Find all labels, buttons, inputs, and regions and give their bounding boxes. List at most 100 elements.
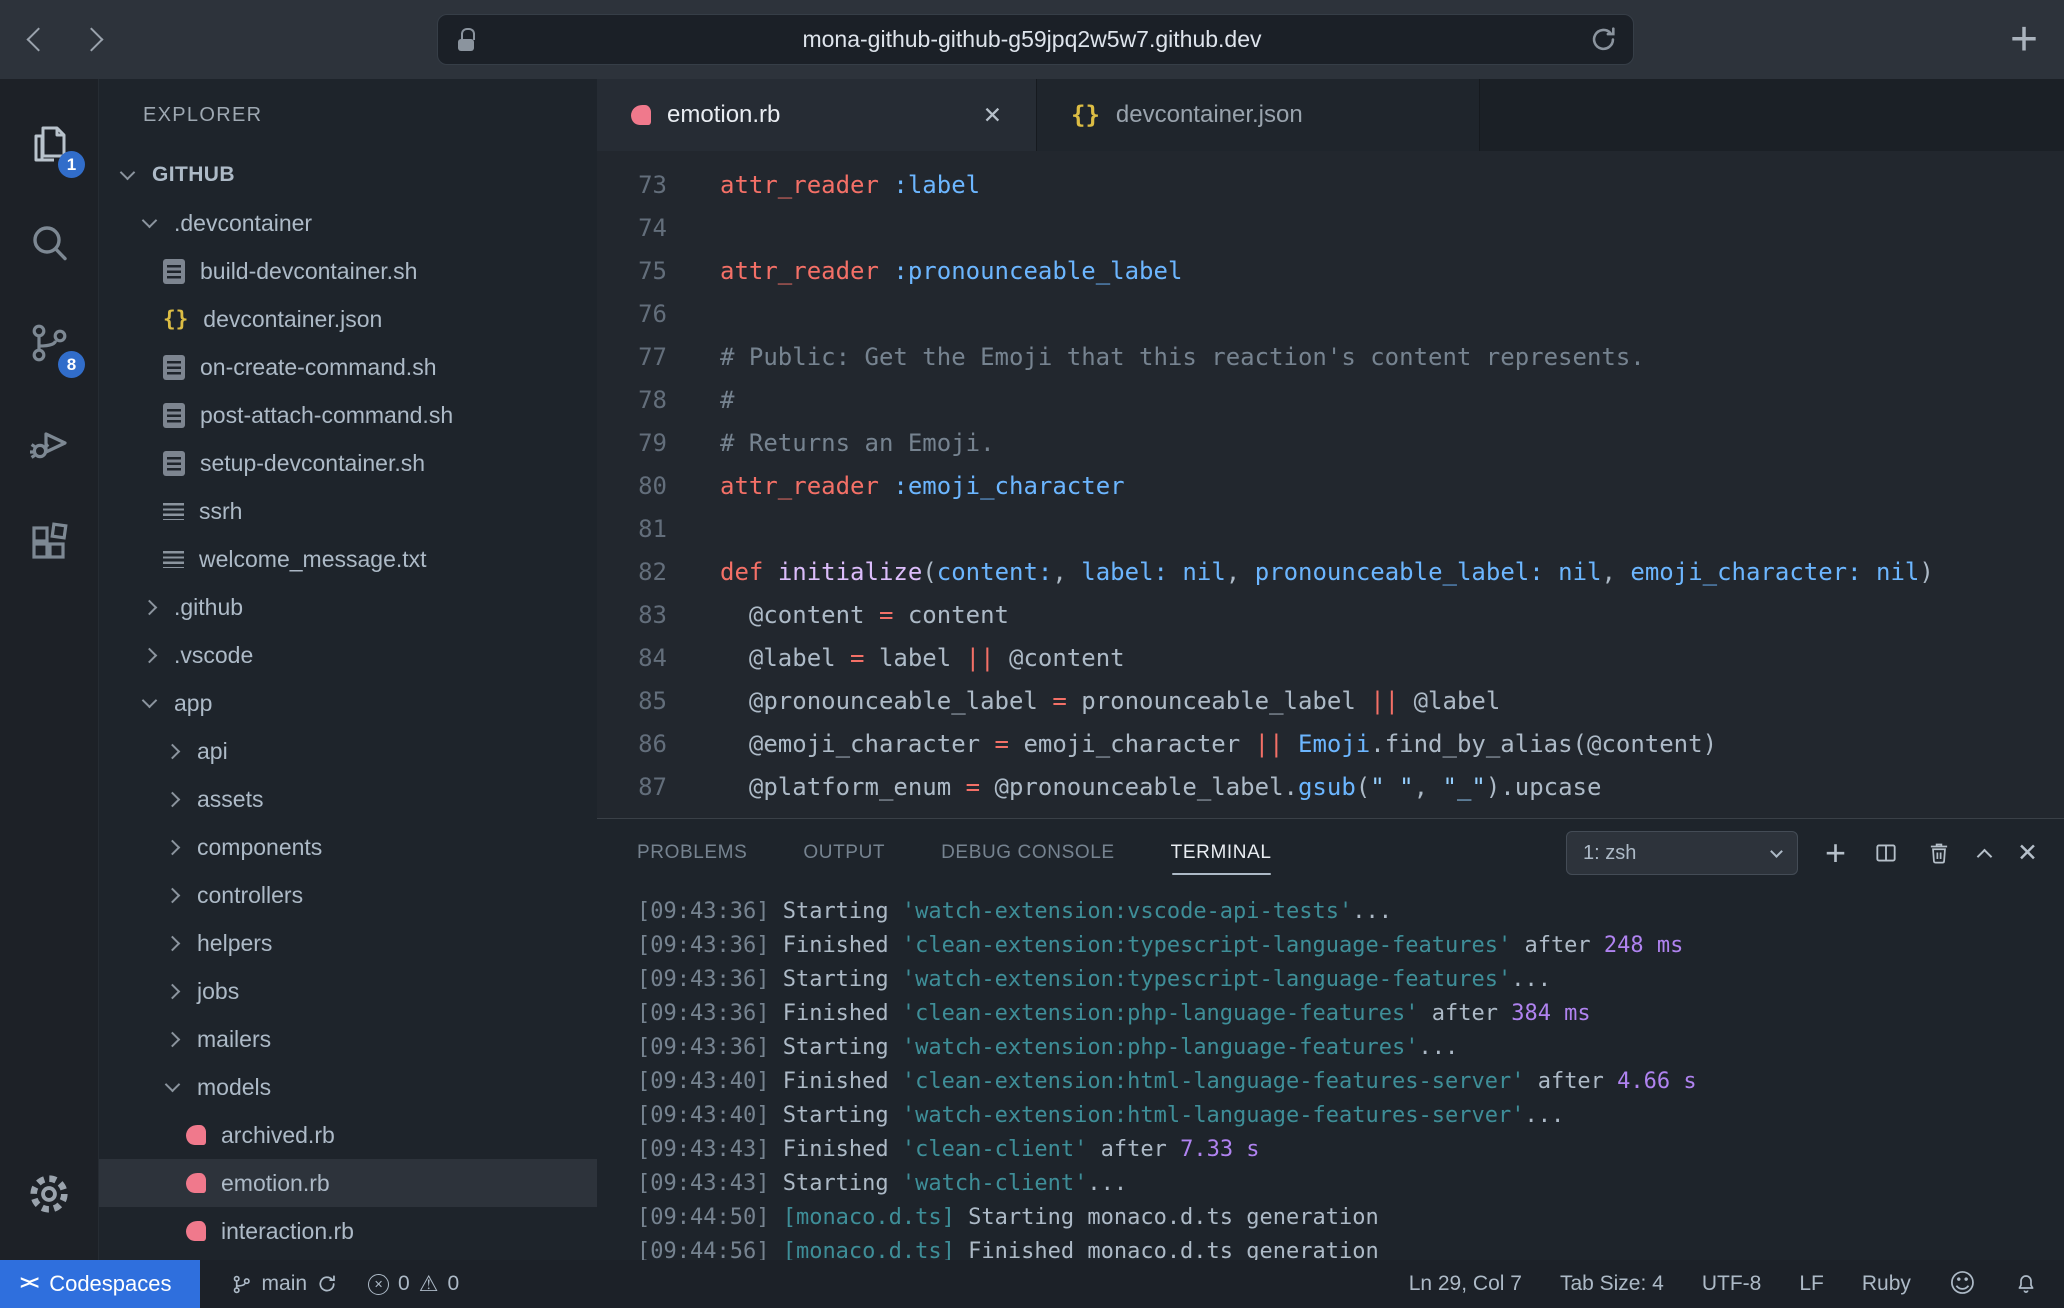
forward-button[interactable] [79, 27, 103, 51]
branch-name: main [262, 1272, 308, 1296]
new-terminal-button[interactable]: + [1825, 835, 1846, 871]
terminal-token: Finished [783, 933, 902, 958]
chevron-down-icon [120, 165, 136, 181]
close-icon[interactable]: ✕ [983, 102, 1002, 129]
tree-item-interaction.rb[interactable]: interaction.rb [99, 1207, 597, 1255]
code-token: ).upcase [1486, 773, 1602, 801]
tree-item-models[interactable]: models [99, 1063, 597, 1111]
code-token: attr_reader [720, 257, 879, 285]
tab-emotion-rb[interactable]: emotion.rb ✕ [597, 79, 1037, 151]
terminal-token: 4.66 s [1617, 1069, 1696, 1094]
tree-item-.devcontainer[interactable]: .devcontainer [99, 199, 597, 247]
tree-item-post-attach-command.sh[interactable]: post-attach-command.sh [99, 391, 597, 439]
eol[interactable]: LF [1799, 1272, 1824, 1296]
tree-item-setup-devcontainer.sh[interactable]: setup-devcontainer.sh [99, 439, 597, 487]
tree-item-ssrh[interactable]: ssrh [99, 487, 597, 535]
tree-item-welcome_message.txt[interactable]: welcome_message.txt [99, 535, 597, 583]
status-bar: >< Codespaces main ✕ 0 ⚠ 0 Ln 29, Col 7 … [0, 1260, 2064, 1308]
tab-output[interactable]: OUTPUT [803, 819, 885, 887]
tree-item-.vscode[interactable]: .vscode [99, 631, 597, 679]
sidebar-item-source-control[interactable]: 8 [0, 293, 98, 393]
tab-problems[interactable]: PROBLEMS [637, 819, 747, 887]
terminal-token: [monaco.d.ts] [783, 1239, 955, 1260]
terminal-token: Starting [783, 899, 902, 924]
code-token: = [995, 730, 1009, 758]
encoding[interactable]: UTF-8 [1702, 1272, 1762, 1296]
back-button[interactable] [26, 27, 50, 51]
tree-item-mailers[interactable]: mailers [99, 1015, 597, 1063]
code-line: 78# [597, 379, 2064, 422]
kill-terminal-button[interactable] [1926, 840, 1952, 866]
tree-item-assets[interactable]: assets [99, 775, 597, 823]
tree-item-api[interactable]: api [99, 727, 597, 775]
terminal-token: 'watch-extension:html-language-features-… [902, 1103, 1525, 1128]
tab-terminal[interactable]: TERMINAL [1171, 819, 1272, 887]
split-terminal-button[interactable] [1873, 840, 1899, 866]
tree-item-devcontainer.json[interactable]: {}devcontainer.json [99, 295, 597, 343]
explorer-sidebar: EXPLORER GITHUB .devcontainerbuild-devco… [99, 79, 597, 1260]
terminal-token: after [1087, 1137, 1180, 1162]
code-editor[interactable]: 73attr_reader :label7475attr_reader :pro… [597, 151, 2064, 818]
tree-item-build-devcontainer.sh[interactable]: build-devcontainer.sh [99, 247, 597, 295]
tree-item-controllers[interactable]: controllers [99, 871, 597, 919]
error-icon: ✕ [368, 1274, 389, 1295]
line-number: 85 [597, 680, 667, 723]
sidebar-item-extensions[interactable] [0, 493, 98, 593]
warning-count: 0 [447, 1272, 459, 1296]
line-number: 76 [597, 293, 667, 336]
code-token: pronounceable_label: [1255, 558, 1544, 586]
sidebar-item-search[interactable] [0, 193, 98, 293]
codespaces-remote-button[interactable]: >< Codespaces [0, 1260, 200, 1308]
extensions-icon [25, 519, 73, 567]
tree-item-label: interaction.rb [221, 1218, 354, 1245]
terminal-token: [09:43:43] [637, 1137, 783, 1162]
refresh-icon [1588, 24, 1619, 55]
tree-item-components[interactable]: components [99, 823, 597, 871]
language-mode[interactable]: Ruby [1862, 1272, 1911, 1296]
notifications-bell-icon[interactable] [2014, 1272, 2038, 1296]
line-number: 87 [597, 766, 667, 809]
code-token [1862, 558, 1876, 586]
tree-item-jobs[interactable]: jobs [99, 967, 597, 1015]
feedback-smiley-icon[interactable]: ☺ [1949, 1269, 1976, 1299]
code-token: # Public: Get the Emoji that this reacti… [720, 343, 1645, 371]
line-content: # Public: Get the Emoji that this reacti… [667, 336, 1645, 379]
tree-item-app[interactable]: app [99, 679, 597, 727]
trash-icon [1926, 840, 1952, 866]
cursor-position[interactable]: Ln 29, Col 7 [1409, 1272, 1522, 1296]
bottom-panel: PROBLEMS OUTPUT DEBUG CONSOLE TERMINAL 1… [597, 818, 2064, 1260]
line-content: def initialize(content:, label: nil, pro… [667, 551, 1934, 594]
line-content: @pronounceable_label = pronounceable_lab… [667, 680, 1500, 723]
sidebar-item-explorer[interactable]: 1 [0, 93, 98, 193]
tree-item-archived.rb[interactable]: archived.rb [99, 1111, 597, 1159]
tab-devcontainer-json[interactable]: {} devcontainer.json [1037, 79, 1480, 151]
terminal-token: [09:43:40] [637, 1103, 783, 1128]
address-bar[interactable]: mona-github-github-g59jpq2w5w7.github.de… [437, 14, 1634, 65]
split-icon [1873, 840, 1899, 866]
code-token: attr_reader [720, 472, 879, 500]
tree-root-github[interactable]: GITHUB [99, 151, 597, 199]
settings-button[interactable] [0, 1144, 98, 1244]
refresh-button[interactable] [1588, 24, 1619, 55]
tab-debug-console[interactable]: DEBUG CONSOLE [941, 819, 1115, 887]
branch-indicator[interactable]: main [230, 1272, 339, 1296]
terminal-token: 248 ms [1604, 933, 1683, 958]
tree-item-label: .devcontainer [174, 210, 312, 237]
tab-size[interactable]: Tab Size: 4 [1560, 1272, 1664, 1296]
code-line: 88 [597, 809, 2064, 818]
sidebar-item-run-debug[interactable] [0, 393, 98, 493]
close-panel-button[interactable]: ✕ [2017, 838, 2038, 868]
tree-item-label: assets [197, 786, 263, 813]
sh-file-icon [163, 355, 185, 380]
tree-item-emotion.rb[interactable]: emotion.rb [99, 1159, 597, 1207]
tree-item-on-create-command.sh[interactable]: on-create-command.sh [99, 343, 597, 391]
code-line: 84 @label = label || @content [597, 637, 2064, 680]
terminal-shell-select[interactable]: 1: zsh [1566, 831, 1798, 875]
tree-item-.github[interactable]: .github [99, 583, 597, 631]
tree-item-helpers[interactable]: helpers [99, 919, 597, 967]
problems-indicator[interactable]: ✕ 0 ⚠ 0 [368, 1272, 459, 1297]
terminal-output[interactable]: [09:43:36] Starting 'watch-extension:vsc… [597, 887, 2064, 1260]
code-token: label [865, 644, 966, 672]
new-tab-button[interactable]: + [2010, 16, 2038, 64]
maximize-panel-button[interactable] [1979, 845, 1990, 862]
